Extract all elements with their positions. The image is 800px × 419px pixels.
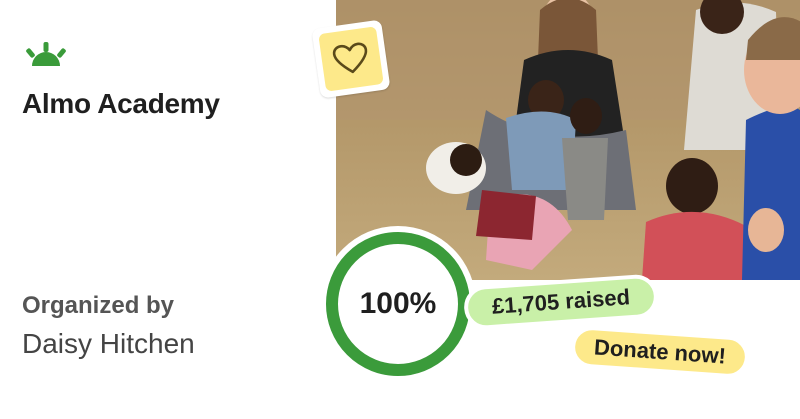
heart-icon (318, 26, 384, 92)
organizer-name: Daisy Hitchen (22, 328, 195, 359)
amount-raised-badge: £1,705 raised (462, 273, 660, 331)
fundraiser-title: Almo Academy (22, 88, 220, 119)
progress-ring: 100% (320, 226, 476, 382)
donate-button[interactable]: Donate now! (570, 325, 750, 379)
progress-percent: 100% (359, 287, 437, 320)
organizer-label: Organized by (22, 292, 175, 319)
heart-card (311, 19, 391, 99)
sprout-logo-icon (22, 42, 70, 68)
